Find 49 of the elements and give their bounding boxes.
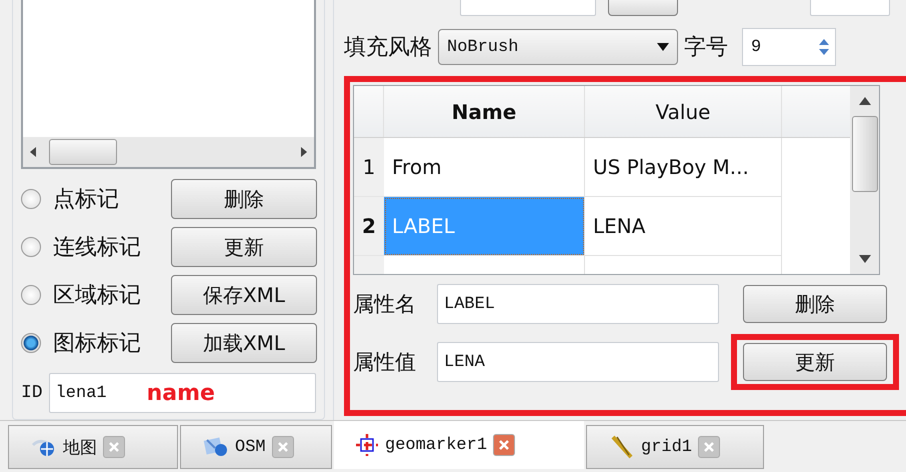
- id-label: ID: [21, 383, 43, 403]
- scroll-up-icon[interactable]: [858, 97, 870, 105]
- radio-option[interactable]: 连线标记: [21, 228, 171, 266]
- radio-option[interactable]: 区域标记: [21, 276, 171, 314]
- close-icon[interactable]: [103, 436, 125, 458]
- row-number[interactable]: 1: [354, 138, 384, 197]
- table-cell[interactable]: US PlayBoy M...: [585, 138, 782, 197]
- close-icon[interactable]: [493, 434, 516, 456]
- attribute-value-field[interactable]: LENA: [437, 342, 719, 382]
- globe-icon: [31, 437, 57, 457]
- close-icon[interactable]: [272, 436, 294, 458]
- horizontal-scrollbar[interactable]: [23, 137, 314, 167]
- map-icon: [203, 436, 229, 458]
- attribute-name-field[interactable]: LABEL: [437, 284, 719, 324]
- delete-button[interactable]: 删除: [743, 285, 887, 323]
- scroll-left-icon[interactable]: [29, 147, 37, 157]
- update-button[interactable]: 更新: [743, 343, 887, 381]
- input-field[interactable]: [460, 0, 596, 16]
- tab[interactable]: grid1: [586, 425, 764, 469]
- column-header[interactable]: Value: [585, 86, 782, 137]
- id-value[interactable]: lena1: [56, 384, 107, 402]
- id-field[interactable]: lena1 name: [48, 373, 316, 413]
- row-number[interactable]: 2: [354, 197, 384, 256]
- attribute-name-label: 属性名: [353, 291, 417, 318]
- tab[interactable]: OSM: [180, 425, 332, 469]
- input-field[interactable]: [810, 0, 890, 16]
- scroll-down-icon[interactable]: [858, 255, 870, 263]
- button[interactable]: [608, 0, 678, 16]
- tab[interactable]: geomarker1: [334, 421, 584, 469]
- marker-button[interactable]: 更新: [171, 227, 317, 267]
- radio-option[interactable]: 点标记: [21, 180, 171, 218]
- font-size-spinbox[interactable]: 9: [742, 28, 836, 66]
- crosshair-icon: [355, 433, 379, 457]
- annotation-text: name: [146, 380, 215, 406]
- font-size-label: 字号: [684, 34, 728, 62]
- marker-button[interactable]: 加载XML: [171, 323, 317, 363]
- column-header[interactable]: Name: [384, 86, 585, 137]
- table-cell[interactable]: LENA: [585, 197, 782, 256]
- close-icon[interactable]: [698, 436, 720, 458]
- fill-style-label: 填充风格: [344, 34, 432, 62]
- marker-button[interactable]: 保存XML: [171, 275, 317, 315]
- radio-option[interactable]: 图标标记: [21, 324, 171, 362]
- attribute-value-label: 属性值: [353, 349, 417, 376]
- scroll-right-icon[interactable]: [300, 147, 308, 157]
- fill-style-dropdown[interactable]: NoBrush: [438, 29, 678, 65]
- marker-button[interactable]: 删除: [171, 179, 317, 219]
- ruler-icon: [609, 435, 635, 459]
- tab[interactable]: 地图: [8, 425, 178, 469]
- vertical-scrollbar[interactable]: [850, 86, 879, 274]
